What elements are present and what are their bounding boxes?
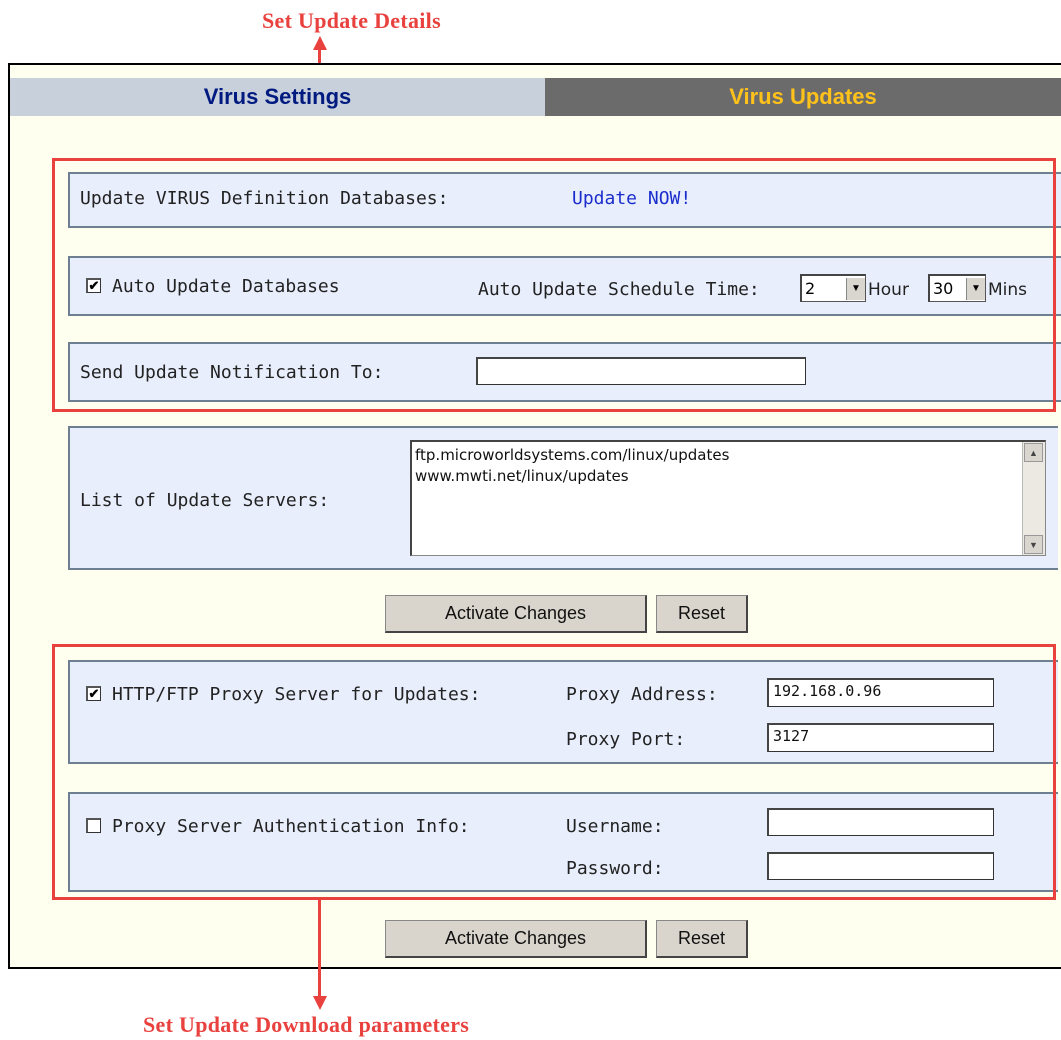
activate-changes-button[interactable]: Activate Changes [385, 595, 647, 633]
tab-virus-settings[interactable]: Virus Settings [10, 78, 545, 116]
tab-virus-updates[interactable]: Virus Updates [545, 78, 1061, 116]
update-servers-label: List of Update Servers: [80, 490, 330, 511]
arrow-line-bottom [318, 900, 321, 1000]
update-servers-scrollbar[interactable]: ▲ ▼ [1022, 442, 1045, 555]
activate-changes-button[interactable]: Activate Changes [385, 920, 647, 958]
update-details-highlight [52, 158, 1056, 412]
reset-button[interactable]: Reset [656, 920, 748, 958]
update-server-item: www.mwti.net/linux/updates [415, 467, 629, 485]
update-servers-list: ftp.microworldsystems.com/linux/updates … [415, 445, 729, 487]
download-params-highlight [52, 644, 1056, 900]
annotation-top: Set Update Details [262, 8, 441, 33]
arrow-down-icon [313, 996, 327, 1010]
scroll-up-icon[interactable]: ▲ [1024, 443, 1043, 462]
scroll-down-icon[interactable]: ▼ [1024, 535, 1043, 554]
annotation-bottom: Set Update Download parameters [143, 1012, 470, 1037]
update-server-item: ftp.microworldsystems.com/linux/updates [415, 446, 730, 464]
update-servers-textarea[interactable]: ftp.microworldsystems.com/linux/updates … [410, 440, 1046, 556]
tab-virus-settings-label: Virus Settings [203, 84, 352, 109]
tab-virus-updates-label: Virus Updates [729, 84, 877, 109]
reset-button[interactable]: Reset [656, 595, 748, 633]
